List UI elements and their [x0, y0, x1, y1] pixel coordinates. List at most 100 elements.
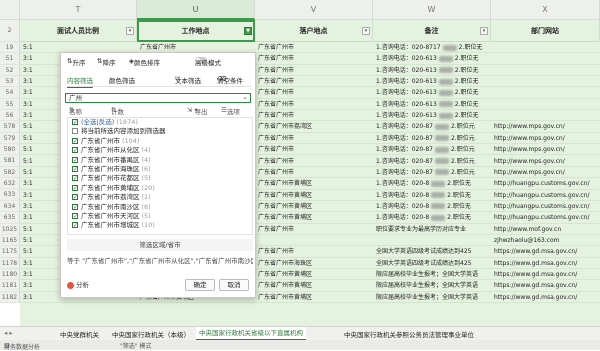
- header-cell-ratio[interactable]: 面试人员比例 ▾: [20, 20, 137, 42]
- sheet-tab[interactable]: 中央国家行政机关参照公务员法管理事业单位: [344, 329, 474, 339]
- checkbox[interactable]: [72, 203, 78, 212]
- checkbox[interactable]: [72, 156, 78, 165]
- column-header-x[interactable]: X: [491, 0, 600, 20]
- cell-settle[interactable]: 广东省广州市: [258, 167, 370, 178]
- checkbox[interactable]: [72, 193, 78, 203]
- cell-site[interactable]: https://www.gd.msa.gov.cn/: [494, 269, 598, 280]
- cell-settle[interactable]: 广东省广州市: [258, 156, 370, 167]
- row-number[interactable]: 52: [0, 64, 20, 77]
- cell-settle[interactable]: 广东省广州市黄埔区: [258, 178, 370, 189]
- cell-settle[interactable]: 广东省广州市: [258, 99, 370, 110]
- cell-note[interactable]: 职位要求专业为最高学历对应专业: [376, 224, 492, 235]
- row-number[interactable]: 1181: [0, 280, 20, 292]
- row-number[interactable]: 54: [0, 87, 20, 99]
- checkbox[interactable]: [72, 137, 78, 146]
- row-number[interactable]: 578: [0, 121, 20, 133]
- export-button[interactable]: ⇲ 导出 ▾: [187, 106, 208, 116]
- cell-settle[interactable]: 广东省广州市黄埔区: [258, 212, 370, 223]
- row-number[interactable]: 634: [0, 200, 20, 213]
- cell-site[interactable]: http://www.mps.gov.cn/: [494, 133, 598, 144]
- cell-note[interactable]: 全国大学英语四级考试成绩达到425: [376, 246, 492, 257]
- cell-note[interactable]: 1.咨询电话：020-87 2.职位元: [376, 133, 492, 144]
- cell-site[interactable]: https://www.gd.msa.gov.cn/: [494, 246, 598, 257]
- cell-note[interactable]: 1.咨询电话：020-8717 2.职位无: [376, 42, 492, 53]
- filter-option[interactable]: 广东省广州市花都区(5): [72, 174, 252, 184]
- add-to-filter-item[interactable]: 将当前所选内容添加到筛选器: [72, 127, 252, 136]
- cell-note[interactable]: 全国大学英语四级考试成绩达到425: [376, 258, 492, 269]
- cell-settle[interactable]: 广东省广州市黄埔区: [258, 269, 370, 280]
- filter-active-icon[interactable]: ▼: [244, 27, 252, 35]
- row-number[interactable]: 635: [0, 212, 20, 224]
- cell-settle[interactable]: 广东省广州市海珠区: [258, 258, 370, 269]
- filter-dropdown-icon[interactable]: ▾: [480, 27, 488, 35]
- cell-settle[interactable]: 广东省广州市: [258, 76, 370, 87]
- column-header-u[interactable]: U: [137, 0, 255, 20]
- cell-settle[interactable]: 广东省广州市: [258, 133, 370, 144]
- row-number[interactable]: 55: [0, 98, 20, 111]
- sheet-tab[interactable]: 中央国家行政机关（本级）: [112, 329, 190, 339]
- cell-settle[interactable]: 广东省广州市: [258, 42, 370, 53]
- filter-option[interactable]: 广东省广州市番禺区(4): [72, 156, 252, 165]
- cell-note[interactable]: 1.咨询电话：020-613 2.职位无: [376, 76, 492, 87]
- tab-nav-icon[interactable]: ◂ ▸: [4, 329, 13, 337]
- filter-search-input[interactable]: 广州 ⌕: [65, 93, 251, 103]
- cell-settle[interactable]: 广东省广州市荔湾区: [258, 121, 370, 132]
- options-button[interactable]: ☰ 选项: [221, 106, 240, 116]
- filter-dropdown-icon[interactable]: ▾: [126, 27, 134, 35]
- row-number[interactable]: 1178: [0, 257, 20, 269]
- column-header-v[interactable]: V: [255, 0, 373, 20]
- cell-note[interactable]: 1.咨询电话：020-613 2.职位无: [376, 53, 492, 64]
- filter-option[interactable]: 广东省广州市黄埔区(20): [72, 184, 252, 193]
- row-number[interactable]: 53: [0, 76, 20, 88]
- sort-desc-button[interactable]: ⇅ 降序: [97, 57, 115, 67]
- cell-site[interactable]: http://www.mps.gov.cn/: [494, 156, 598, 167]
- cell-site[interactable]: http://huangpu.customs.gov.cn/: [494, 212, 598, 223]
- cell-settle[interactable]: 广东省广州市黄埔区: [258, 280, 370, 291]
- name-sort-header[interactable]: 名称 ⇅: [69, 106, 82, 116]
- cell-settle[interactable]: 广东省广州市: [258, 246, 370, 257]
- cell-site[interactable]: http://www.mps.gov.cn/: [494, 121, 598, 132]
- checkbox[interactable]: [72, 212, 78, 221]
- header-cell-settle[interactable]: 落户地点 ▾: [255, 20, 373, 42]
- filter-dropdown-icon[interactable]: ▾: [362, 27, 370, 35]
- cell-site[interactable]: zjhwzhaolu@163.com: [494, 235, 598, 246]
- cell-note[interactable]: 1.咨询电话：020-613 2.职位无: [376, 110, 492, 121]
- row-number[interactable]: 633: [0, 189, 20, 201]
- filter-option[interactable]: 广东省广州市(104): [72, 137, 252, 146]
- row-number[interactable]: 1165: [0, 234, 20, 247]
- cell-note[interactable]: 1.咨询电话：020-613 2.职位无: [376, 87, 492, 98]
- cell-site[interactable]: https://www.gd.msa.gov.cn/: [494, 292, 598, 303]
- row-number[interactable]: 582: [0, 166, 20, 179]
- filter-option[interactable]: 广东省广州市天河区(5): [72, 212, 252, 221]
- cell-site[interactable]: http://huangpu.customs.gov.cn/: [494, 201, 598, 212]
- checkbox[interactable]: [72, 165, 78, 174]
- column-header-t[interactable]: T: [20, 0, 137, 20]
- checkbox[interactable]: [72, 184, 78, 193]
- filter-option[interactable]: 广东省广州市增城区(10): [72, 221, 252, 231]
- sort-asc-button[interactable]: ⇅ 升序: [67, 57, 85, 67]
- checkbox[interactable]: [72, 118, 78, 127]
- cell-site[interactable]: http://www.mof.gov.cn: [494, 224, 598, 235]
- filter-option[interactable]: 广东省广州市荔湾区(1): [72, 193, 252, 203]
- cell-note[interactable]: 1.咨询电话：020-87 2.职位元: [376, 121, 492, 132]
- corner-cell[interactable]: [0, 0, 20, 20]
- cell-note[interactable]: 1.咨询电话：020-87 2.职位元: [376, 144, 492, 155]
- count-sort-header[interactable]: 计数 ⇅: [111, 106, 124, 116]
- analyze-button[interactable]: 分析: [67, 279, 89, 291]
- cell-site[interactable]: https://www.gd.msa.gov.cn/: [494, 258, 598, 269]
- cell-note[interactable]: 1.咨询电话：020-613 2.职位无: [376, 65, 492, 76]
- header-cell-note[interactable]: 备注 ▾: [373, 20, 491, 42]
- cell-note[interactable]: 限应届高校毕业生报考；全国大学英语: [376, 269, 492, 280]
- tab-color-filter[interactable]: 颜色筛选: [109, 75, 135, 85]
- sheet-tab-active[interactable]: 中央国家行政机关省级以下直属机构: [196, 327, 306, 340]
- sort-color-button[interactable]: ◈ 颜色排序: [129, 57, 160, 67]
- row-number[interactable]: 2: [0, 20, 20, 42]
- filter-option[interactable]: 广东省广州市海珠区(6): [72, 165, 252, 174]
- cell-settle[interactable]: 广东省广州市: [258, 144, 370, 155]
- filter-option[interactable]: 广东省广州市南沙区(6): [72, 203, 252, 212]
- filter-option[interactable]: 广东省广州市从化区(4): [72, 146, 252, 156]
- row-number[interactable]: 580: [0, 144, 20, 156]
- checkbox[interactable]: [72, 128, 78, 135]
- cell-note[interactable]: 限应届高校毕业生报考；全国大学英语: [376, 280, 492, 291]
- region-filter-bar[interactable]: 筛选区域/省市: [67, 239, 253, 251]
